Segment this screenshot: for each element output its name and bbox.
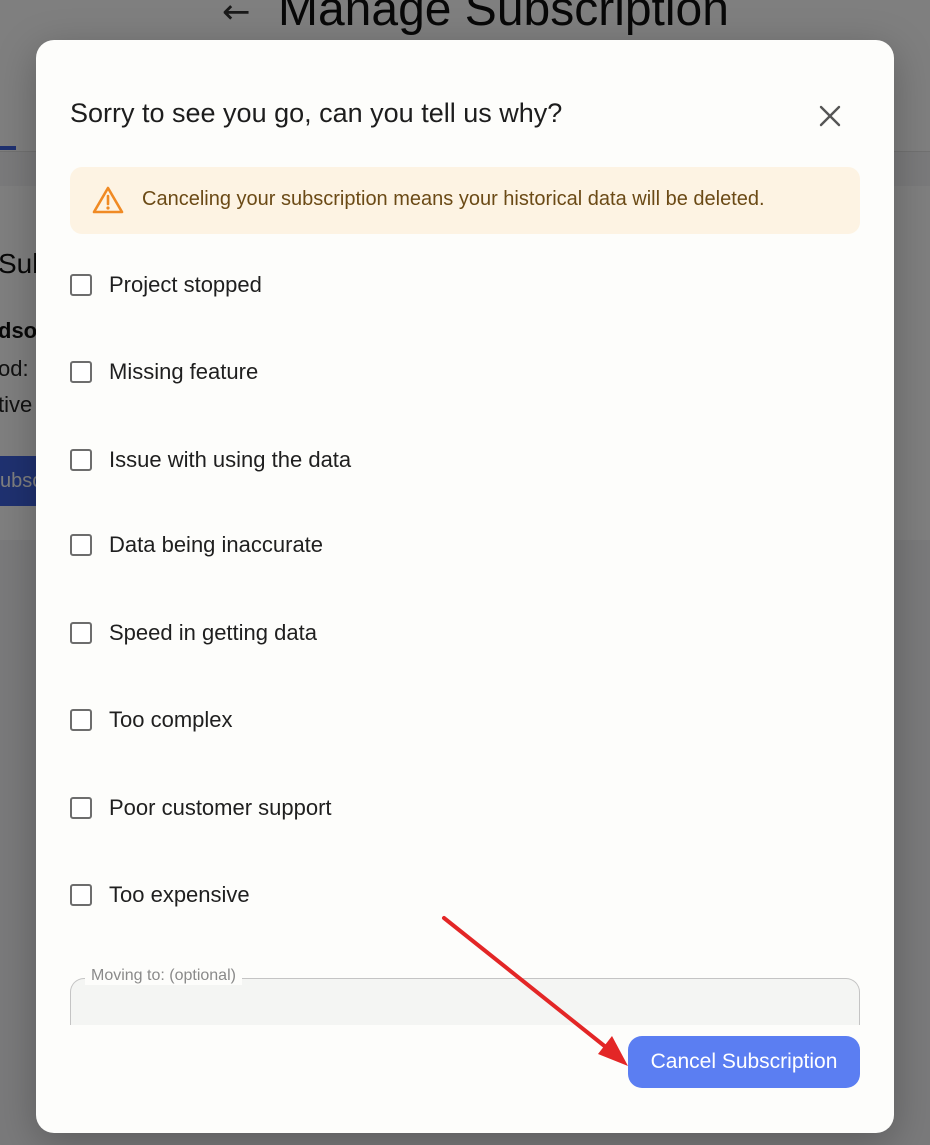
option-issue-with-data[interactable]: Issue with using the data <box>70 440 570 480</box>
moving-to-input[interactable] <box>85 997 845 1027</box>
checkbox[interactable] <box>70 797 92 819</box>
option-label: Issue with using the data <box>109 447 352 472</box>
close-icon <box>819 105 841 127</box>
option-label: Speed in getting data <box>109 620 317 645</box>
checkbox[interactable] <box>70 274 92 296</box>
option-label: Too expensive <box>109 882 250 907</box>
cancel-subscription-modal: Sorry to see you go, can you tell us why… <box>36 40 894 1133</box>
cancel-subscription-button[interactable]: Cancel Subscription <box>628 1036 860 1088</box>
option-project-stopped[interactable]: Project stopped <box>70 265 570 305</box>
option-label: Project stopped <box>109 272 262 297</box>
modal-title: Sorry to see you go, can you tell us why… <box>70 98 563 128</box>
option-poor-support[interactable]: Poor customer support <box>70 788 570 828</box>
checkbox[interactable] <box>70 361 92 383</box>
checkbox[interactable] <box>70 534 92 556</box>
option-speed[interactable]: Speed in getting data <box>70 613 570 653</box>
close-button[interactable] <box>812 98 848 134</box>
option-label: Poor customer support <box>109 795 332 820</box>
checkbox[interactable] <box>70 449 92 471</box>
alert-text: Canceling your subscription means your h… <box>142 188 765 210</box>
option-too-expensive[interactable]: Too expensive <box>70 875 570 915</box>
checkbox[interactable] <box>70 884 92 906</box>
option-label: Missing feature <box>109 359 259 384</box>
option-too-complex[interactable]: Too complex <box>70 700 570 740</box>
option-data-inaccurate[interactable]: Data being inaccurate <box>70 525 570 565</box>
option-label: Data being inaccurate <box>109 532 324 557</box>
option-missing-feature[interactable]: Missing feature <box>70 352 570 392</box>
moving-to-label: Moving to: (optional) <box>85 967 242 985</box>
warning-triangle-icon <box>92 186 124 214</box>
option-label: Too complex <box>109 707 233 732</box>
warning-alert: Canceling your subscription means your h… <box>70 167 860 234</box>
checkbox[interactable] <box>70 709 92 731</box>
checkbox[interactable] <box>70 622 92 644</box>
